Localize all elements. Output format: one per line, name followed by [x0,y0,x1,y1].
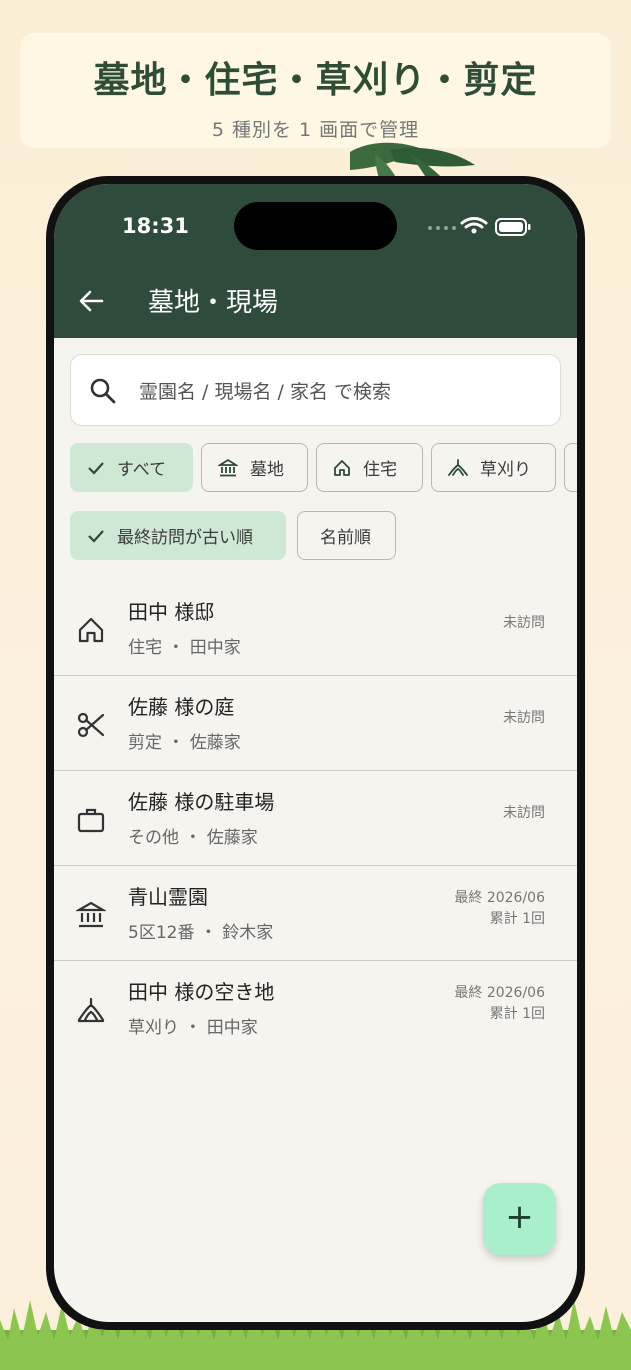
briefcase-icon [77,808,105,833]
sort-chip-name[interactable]: 名前順 [297,511,396,560]
cemetery-icon [218,458,238,476]
filter-chip-more[interactable] [564,443,577,492]
back-arrow-icon[interactable] [78,288,104,314]
cemetery-icon [76,901,106,928]
site-subtitle: 剪定 ・ 佐藤家 [128,733,241,753]
scissors-icon [77,712,105,738]
status-icons [428,217,531,236]
app-bar: 18:31 墓地・現場 [54,184,577,338]
list-item[interactable]: 佐藤 様の駐車場 その他 ・ 佐藤家 未訪問 [54,772,577,866]
site-subtitle: 草刈り ・ 田中家 [128,1018,258,1038]
site-last-visit: 最終 2026/06 [454,985,545,1001]
list-item[interactable]: 佐藤 様の庭 剪定 ・ 佐藤家 未訪問 [54,677,577,771]
search-placeholder: 霊園名 / 現場名 / 家名 で検索 [139,381,392,403]
sort-chip-label: 最終訪問が古い順 [117,528,253,548]
filter-chip-label: 住宅 [363,460,397,480]
list-item[interactable]: 青山霊園 5区12番 ・ 鈴木家 最終 2026/06 累計 1回 [54,867,577,961]
filter-chip-house[interactable]: 住宅 [316,443,423,492]
phone-frame: 18:31 墓地・現場 霊園名 / 現場名 / 家名 で検索 すべて 墓地 住宅… [46,176,585,1330]
list-item[interactable]: 田中 様邸 住宅 ・ 田中家 未訪問 [54,582,577,676]
house-icon [78,617,104,643]
battery-icon [495,218,531,236]
site-title: 佐藤 様の庭 [128,695,235,719]
site-visit-status: 未訪問 [503,615,545,631]
site-visit-status: 未訪問 [503,805,545,821]
list-item[interactable]: 田中 様の空き地 草刈り ・ 田中家 最終 2026/06 累計 1回 [54,962,577,1056]
site-last-visit: 最終 2026/06 [454,890,545,906]
promo-banner: 墓地・住宅・草刈り・剪定 5 種別を 1 画面で管理 [20,33,611,148]
promo-subtitle: 5 種別を 1 画面で管理 [211,119,420,141]
page-title: 墓地・現場 [148,288,279,318]
filter-chip-grass[interactable]: 草刈り [431,443,556,492]
sort-chip-oldest-visit[interactable]: 最終訪問が古い順 [70,511,286,560]
filter-chip-label: 草刈り [480,460,531,480]
promo-title: 墓地・住宅・草刈り・剪定 [93,60,538,101]
check-icon [88,529,104,543]
status-time: 18:31 [122,214,189,238]
sort-chip-label: 名前順 [320,528,371,548]
site-visit-count: 累計 1回 [489,1006,545,1022]
app-screen: 18:31 墓地・現場 霊園名 / 現場名 / 家名 で検索 すべて 墓地 住宅… [54,184,577,1322]
search-input[interactable]: 霊園名 / 現場名 / 家名 で検索 [70,354,561,426]
site-subtitle: 5区12番 ・ 鈴木家 [128,923,274,943]
site-title: 田中 様邸 [128,600,215,624]
type-filter-chips: すべて 墓地 住宅 草刈り [54,443,577,493]
site-title: 田中 様の空き地 [128,980,275,1004]
signal-icon [428,226,456,230]
filter-chip-all[interactable]: すべて [70,443,193,492]
site-visit-status: 未訪問 [503,710,545,726]
filter-chip-label: 墓地 [250,460,284,480]
filter-chip-label: すべて [117,460,167,480]
site-subtitle: 住宅 ・ 田中家 [128,638,241,658]
dynamic-island [234,202,397,250]
plus-icon: + [505,1197,534,1237]
filter-chip-cemetery[interactable]: 墓地 [201,443,308,492]
add-site-button[interactable]: + [483,1183,556,1255]
wifi-icon [460,217,488,229]
check-icon [88,461,104,475]
grass-icon [448,458,468,476]
grass-icon [77,997,105,1023]
site-visit-count: 累計 1回 [489,911,545,927]
site-title: 佐藤 様の駐車場 [128,790,275,814]
site-title: 青山霊園 [128,885,208,909]
search-icon [90,378,116,404]
sort-chips: 最終訪問が古い順 名前順 [54,511,577,561]
site-subtitle: その他 ・ 佐藤家 [128,828,258,848]
house-icon [334,459,350,476]
